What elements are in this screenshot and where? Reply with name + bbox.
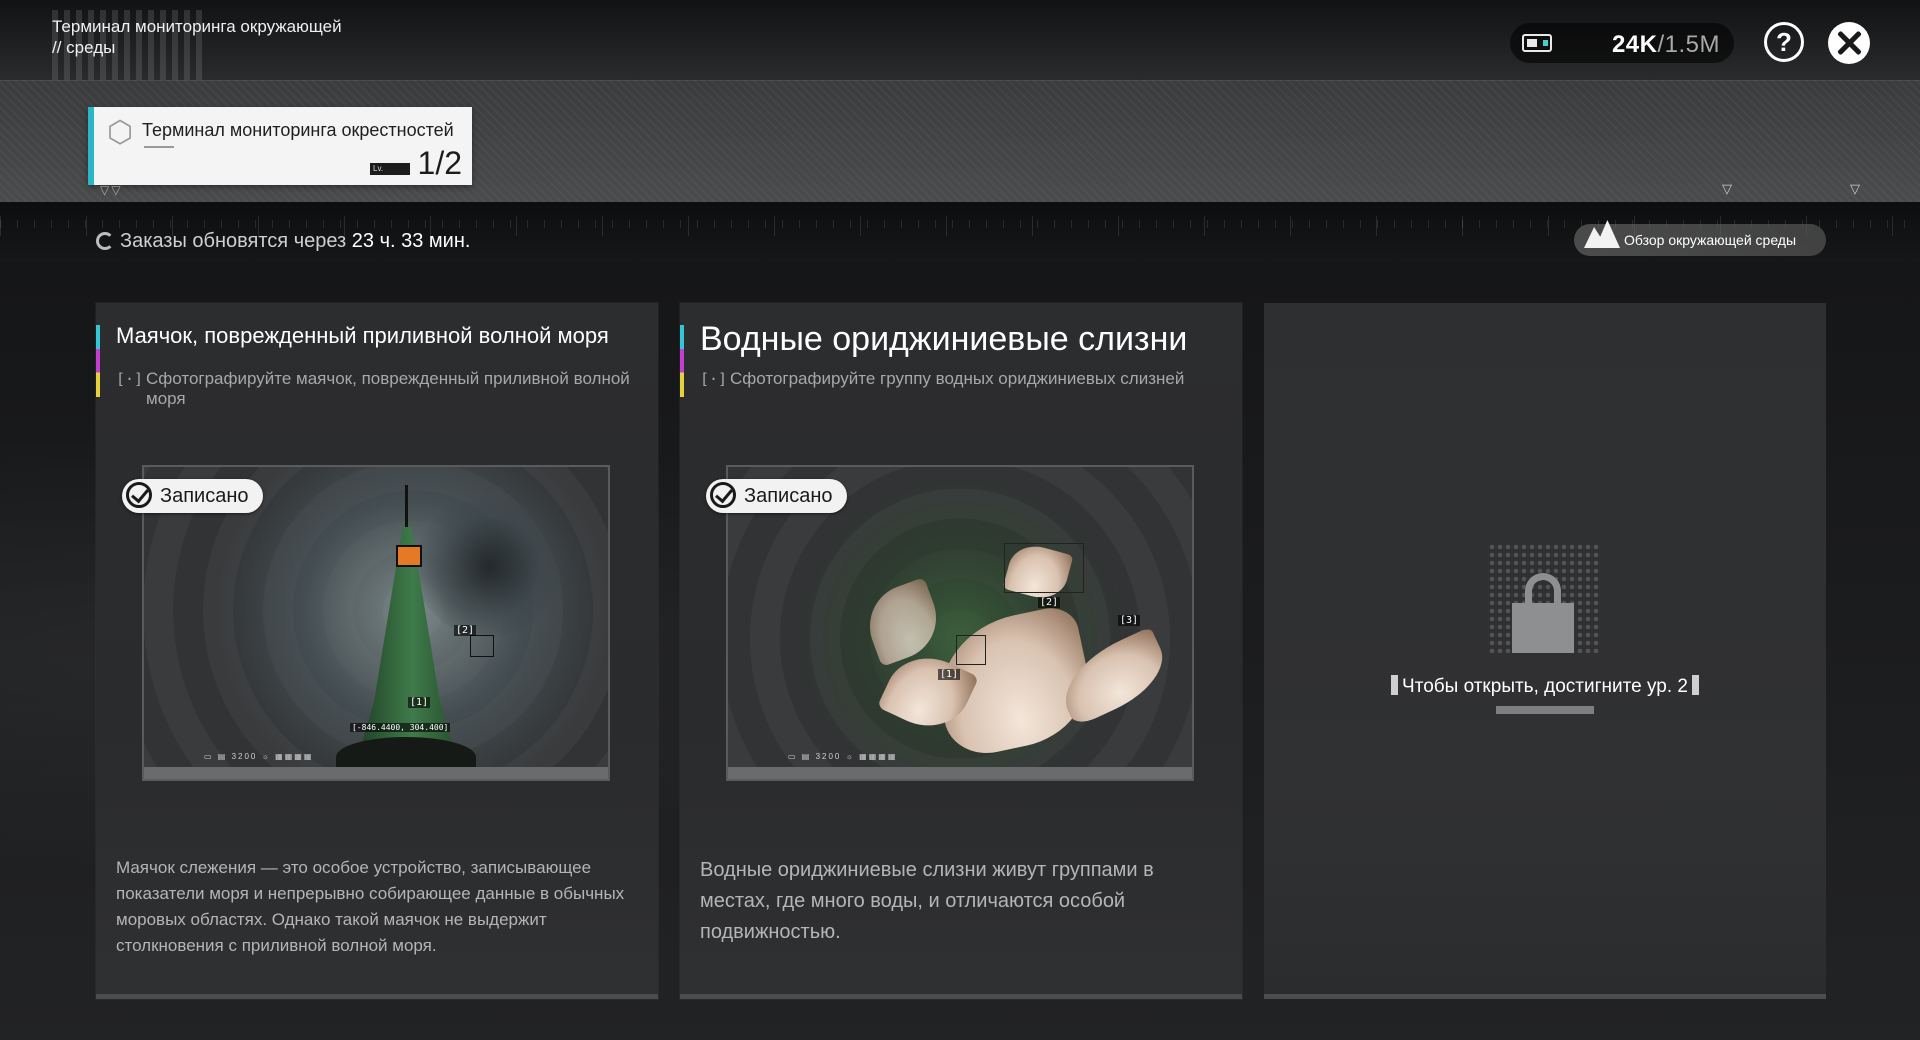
scan-tag: [3] [1118, 615, 1141, 626]
lock-body [1512, 603, 1574, 653]
card-subtitle-text: Сфотографируйте группу водных ориджиниев… [730, 369, 1185, 388]
scan-box [1004, 543, 1084, 593]
card-accent-bar [96, 325, 100, 397]
marker-triangle-icon: ▽ [1722, 181, 1732, 196]
scan-box [470, 635, 494, 657]
level-badge: Lv. [370, 163, 410, 175]
card-subtitle: [·] Сфотографируйте маячок, поврежденный… [116, 369, 636, 409]
photo-bottom-bar [144, 767, 608, 779]
energy-counter: 24K/1.5M [1510, 23, 1734, 63]
refresh-prefix: Заказы обновятся через [120, 230, 352, 252]
terminal-cube-icon: ⬡ [106, 116, 134, 149]
locked-sub-bar [1496, 706, 1594, 714]
header-divider [0, 80, 1920, 81]
terminal-tab[interactable]: ⬡ Терминал мониторинга окрестностей Lv. … [88, 107, 472, 185]
card-title: Маячок, поврежденный приливной волной мо… [116, 323, 609, 348]
environment-overview-label: Обзор окружающей среды [1624, 232, 1797, 248]
scan-tag: [2] [454, 625, 477, 636]
card-description: Маячок слежения — это особое устройство,… [116, 858, 625, 955]
scan-tag: [1] [938, 669, 961, 680]
energy-current: 24K [1611, 31, 1658, 58]
battery-energy-icon [1522, 34, 1552, 52]
energy-max: /1.5M [1657, 31, 1720, 58]
locked-order-card: Чтобы открыть, достигните ур. 2 [1264, 303, 1826, 999]
scan-coordinates: [-846.4400, 304.400] [350, 723, 451, 732]
card-subtitle: [·] Сфотографируйте группу водных ориджи… [700, 369, 1220, 389]
smoke-cloud [414, 497, 564, 637]
card-accent-bar [680, 325, 684, 397]
energy-value: 24K/1.5M [1612, 31, 1720, 59]
order-card-slimes[interactable]: Водные ориджиниевые слизни [·] Сфотограф… [680, 303, 1242, 999]
camera-frame-icon: [·] [700, 370, 728, 388]
locked-message-text: Чтобы открыть, достигните ур. 2 [1402, 676, 1688, 697]
level-value: 1/2 [417, 145, 462, 181]
watermark-logo [52, 10, 202, 80]
beacon-light [396, 545, 422, 567]
scan-tag: [1] [408, 697, 431, 708]
check-icon [710, 482, 736, 508]
photo-bottom-bar [728, 767, 1192, 779]
recorded-label: Записано [744, 485, 833, 507]
tab-marker-icon: ▽▽ [100, 183, 123, 197]
scan-tag: [2] [1038, 597, 1061, 608]
window-title: Терминал мониторинга окружающей // среды [52, 10, 412, 80]
refresh-icon [96, 232, 114, 250]
environment-overview-button[interactable]: Обзор окружающей среды [1574, 220, 1826, 256]
photo-footer-info: ▭ ▤ 3200 ☼ ▦▦▦▦ [204, 752, 314, 761]
locked-message: Чтобы открыть, достигните ур. 2 [1264, 675, 1826, 698]
marker-triangle-icon: ▽ [1850, 181, 1860, 196]
camera-frame-icon: [·] [116, 370, 144, 388]
order-card-beacon[interactable]: Маячок, поврежденный приливной волной мо… [96, 303, 658, 999]
close-button[interactable] [1828, 22, 1870, 64]
photo-footer-info: ▭ ▤ 3200 ☼ ▦▦▦▦ [788, 752, 898, 761]
recorded-label: Записано [160, 485, 249, 507]
refresh-time: 23 ч. 33 мин. [351, 230, 471, 252]
recorded-badge: Записано [122, 479, 263, 513]
help-button[interactable]: ? [1764, 22, 1804, 62]
card-subtitle-text: Сфотографируйте маячок, поврежденный при… [146, 369, 630, 408]
question-icon: ? [1776, 27, 1792, 57]
card-description: Водные ориджиниевые слизни живут группам… [700, 859, 1154, 943]
terminal-tab-label: Терминал мониторинга окрестностей [142, 120, 454, 140]
mountain-icon [1584, 220, 1620, 248]
refresh-timer: Заказы обновятся через 23 ч. 33 мин. [96, 230, 470, 253]
scan-box [956, 635, 986, 665]
lock-icon [1525, 573, 1561, 607]
card-title: Водные ориджиниевые слизни [700, 320, 1188, 358]
check-icon [126, 482, 152, 508]
header: Терминал мониторинга окружающей // среды… [0, 0, 1920, 202]
recorded-badge: Записано [706, 479, 847, 513]
terminal-tab-underline [144, 146, 174, 148]
